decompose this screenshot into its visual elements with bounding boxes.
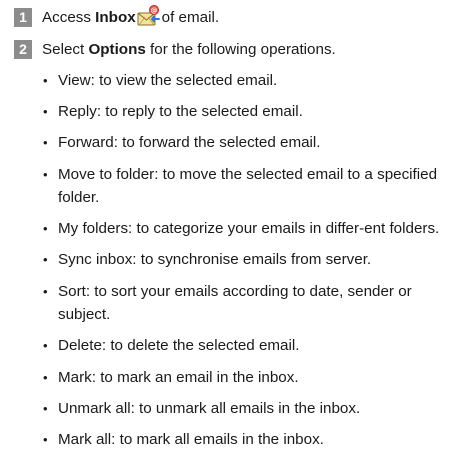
step-2-text: Select Options for the following operati… [42,41,336,58]
option-sort: Sort: to sort your emails according to d… [42,280,447,327]
option-reply: Reply: to reply to the selected email. [42,100,447,124]
step-number-1: 1 [14,8,32,27]
inbox-label: Inbox [95,8,136,26]
inbox-mail-icon: @ [137,4,161,27]
step-2-text-before: Select [42,41,89,58]
option-mark-all: Mark all: to mark all emails in the inbo… [42,428,447,452]
step-number-2: 2 [14,40,32,59]
step-2: 2 Select Options for the following opera… [14,40,336,59]
options-list: View: to view the selected email. Reply:… [42,69,447,459]
step-1-text-after: of email. [161,8,220,26]
step-1: 1 Access Inbox @ of email. [14,4,220,27]
step-2-text-after: for the following operations. [145,41,336,58]
options-label: Options [88,41,146,58]
option-delete: Delete: to delete the selected email. [42,334,447,358]
step-1-text-before: Access [42,8,96,26]
step-1-text: Access Inbox @ of email. [42,4,220,27]
svg-text:@: @ [150,6,157,14]
option-move-to-folder: Move to folder: to move the selected ema… [42,163,447,210]
option-view: View: to view the selected email. [42,69,447,93]
option-sync-inbox: Sync inbox: to synchronise emails from s… [42,248,447,272]
option-my-folders: My folders: to categorize your emails in… [42,217,447,241]
option-mark: Mark: to mark an email in the inbox. [42,366,447,390]
option-forward: Forward: to forward the selected email. [42,131,447,155]
option-unmark-all: Unmark all: to unmark all emails in the … [42,397,447,421]
